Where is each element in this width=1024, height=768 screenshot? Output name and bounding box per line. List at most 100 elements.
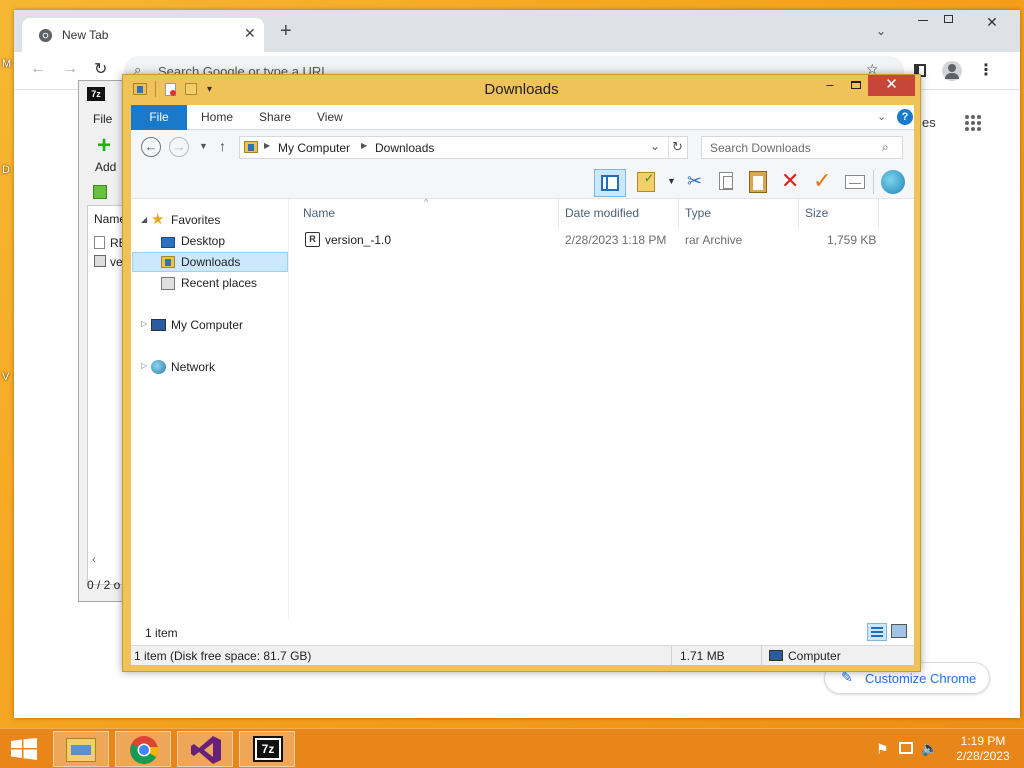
chrome-tab[interactable]: New Tab ✕ — [22, 18, 264, 52]
delete-icon[interactable]: ✕ — [781, 168, 799, 194]
network-tray-icon[interactable] — [899, 742, 913, 754]
close-tab-icon[interactable]: ✕ — [244, 25, 256, 42]
search-placeholder: Search Downloads — [710, 141, 811, 155]
back-icon[interactable]: ← — [141, 137, 161, 157]
column-header-type[interactable]: Type — [679, 199, 799, 227]
search-input[interactable]: Search Downloads ⌕ — [701, 136, 903, 159]
app-file-icon — [94, 255, 106, 267]
recent-locations-icon[interactable]: ▼ — [199, 141, 208, 151]
reload-icon[interactable]: ↻ — [94, 59, 107, 79]
close-icon[interactable]: ✕ — [868, 75, 915, 96]
minimize-icon[interactable] — [914, 12, 932, 26]
minimize-icon[interactable]: – — [816, 75, 844, 96]
check-icon[interactable]: ✓ — [813, 168, 831, 194]
file-size: 1,759 KB — [827, 233, 877, 247]
chrome-icon — [130, 736, 159, 764]
details-view-icon[interactable] — [867, 623, 887, 641]
column-header-date[interactable]: Date modified — [559, 199, 679, 227]
file-row-label[interactable]: ve — [110, 255, 123, 269]
scroll-left-icon[interactable]: ‹ — [92, 554, 96, 566]
file-type: rar Archive — [685, 233, 743, 247]
taskbar: 7z ⚑ 🔈 1:19 PM 2/28/2023 — [0, 728, 1024, 768]
clock-date: 2/28/2023 — [956, 749, 1010, 763]
tab-home[interactable]: Home — [201, 105, 233, 130]
explorer-titlebar[interactable]: ▾ Downloads – ✕ — [123, 75, 920, 105]
taskbar-chrome[interactable] — [115, 731, 171, 767]
cut-icon[interactable]: ✂ — [687, 171, 702, 192]
address-row: ← → ▼ ↑ ▶ My Computer ▶ Downloads ⌄ ↻ Se… — [131, 130, 914, 166]
action-center-flag-icon[interactable]: ⚑ — [876, 741, 889, 758]
customize-chrome-label: Customize Chrome — [865, 671, 977, 686]
desktop-icon-label[interactable]: M — [2, 58, 11, 70]
nav-favorites[interactable]: Favorites — [171, 210, 220, 230]
nav-downloads[interactable]: Downloads — [181, 252, 240, 272]
add-label[interactable]: Add — [95, 160, 116, 174]
add-icon[interactable]: + — [97, 134, 111, 158]
maximize-icon[interactable] — [842, 75, 870, 96]
window-title: Downloads — [484, 81, 559, 98]
toolbar-dropdown-icon[interactable]: ▼ — [667, 176, 676, 186]
paste-icon[interactable] — [749, 171, 767, 193]
chrome-menu-icon[interactable]: ⋮ — [978, 60, 994, 80]
volume-icon[interactable]: 🔈 — [921, 740, 938, 757]
address-dropdown-icon[interactable]: ⌄ — [650, 139, 660, 153]
breadcrumb-chevron-icon[interactable]: ▶ — [264, 141, 270, 150]
breadcrumb-chevron-icon[interactable]: ▶ — [361, 141, 367, 150]
system-clock[interactable]: 1:19 PM 2/28/2023 — [950, 734, 1016, 764]
back-icon[interactable]: ← — [30, 60, 46, 78]
collapse-arrow-icon[interactable]: ◢ — [141, 215, 147, 224]
start-windows-icon[interactable] — [10, 738, 38, 760]
nav-my-computer[interactable]: My Computer — [171, 315, 243, 335]
help-icon[interactable]: ? — [897, 109, 913, 125]
nav-recent-places[interactable]: Recent places — [181, 273, 257, 293]
up-folder-icon[interactable] — [93, 185, 107, 199]
close-window-icon[interactable]: ✕ — [972, 12, 1012, 32]
expand-arrow-icon[interactable]: ▷ — [141, 319, 147, 328]
computer-icon — [151, 319, 166, 331]
expand-ribbon-icon[interactable]: ⌄ — [877, 110, 886, 123]
status-location: Computer — [788, 649, 841, 663]
expand-arrow-icon[interactable]: ▷ — [141, 361, 147, 370]
profile-avatar-icon[interactable] — [942, 61, 962, 81]
tab-share[interactable]: Share — [259, 105, 291, 130]
preview-pane-icon[interactable] — [594, 169, 626, 197]
taskbar-visual-studio[interactable] — [177, 731, 233, 767]
item-count-bar: 1 item — [131, 619, 914, 645]
desktop-icon-label[interactable]: V — [2, 371, 9, 383]
column-header-size[interactable]: Size — [799, 199, 879, 227]
file-icon — [94, 236, 105, 249]
up-icon[interactable]: ↑ — [219, 138, 226, 154]
breadcrumb-my-computer[interactable]: My Computer — [278, 141, 350, 155]
select-all-icon[interactable]: ✓ — [637, 171, 655, 192]
address-bar[interactable]: ▶ My Computer ▶ Downloads ⌄ ↻ — [239, 136, 688, 159]
tab-search-icon[interactable]: ⌄ — [876, 24, 886, 38]
navigation-pane: ◢ ★ Favorites Desktop Downloads Recent p… — [131, 199, 289, 619]
explorer-body: File Home Share View ⌄ ? ← → ▼ ↑ ▶ My Co… — [131, 105, 914, 666]
forward-icon[interactable]: → — [169, 137, 189, 157]
sevenzip-status: 0 / 2 o — [87, 578, 121, 592]
nav-desktop[interactable]: Desktop — [181, 231, 225, 251]
taskbar-7zip[interactable]: 7z — [239, 731, 295, 767]
breadcrumb-downloads[interactable]: Downloads — [375, 141, 434, 155]
column-header-name[interactable]: Name — [297, 199, 559, 227]
taskbar-file-explorer[interactable] — [53, 731, 109, 767]
new-tab-icon[interactable]: + — [280, 21, 292, 41]
maximize-icon[interactable] — [940, 12, 958, 26]
sevenzip-menu-file[interactable]: File — [93, 112, 112, 126]
desktop-icon-label[interactable]: D — [2, 164, 10, 176]
tab-file[interactable]: File — [131, 105, 187, 130]
rar-archive-icon: R — [305, 232, 320, 247]
tab-view[interactable]: View — [317, 105, 343, 130]
address-separator — [668, 137, 669, 158]
rename-icon[interactable] — [845, 175, 865, 189]
apps-grid-icon[interactable] — [964, 114, 982, 132]
large-icons-view-icon[interactable] — [891, 624, 907, 638]
forward-icon[interactable]: → — [62, 60, 78, 78]
file-row[interactable]: R version_-1.0 2/28/2023 1:18 PM rar Arc… — [297, 229, 897, 251]
nav-network[interactable]: Network — [171, 357, 215, 377]
item-count: 1 item — [145, 626, 178, 640]
copy-icon[interactable] — [719, 172, 733, 190]
network-globe-icon[interactable] — [881, 170, 905, 194]
refresh-icon[interactable]: ↻ — [672, 139, 683, 155]
partial-link-text[interactable]: es — [922, 115, 936, 130]
